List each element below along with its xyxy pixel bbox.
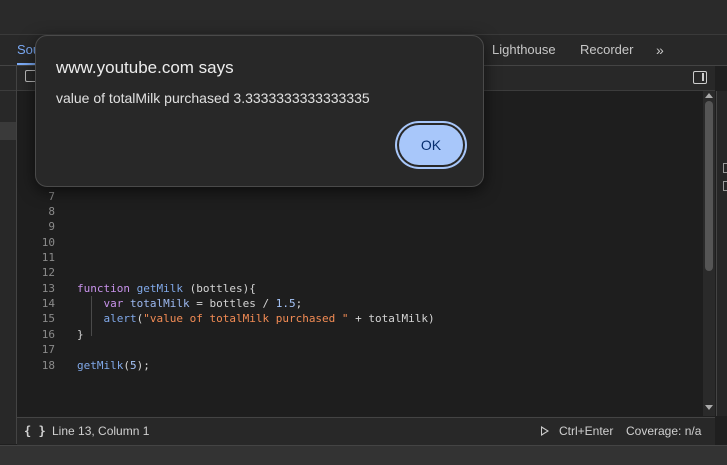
editor-scrollbar[interactable]: [703, 91, 715, 416]
editor-status-bar: { } Line 13, Column 1 Ctrl+Enter Coverag…: [17, 417, 715, 445]
navigator-selected-item[interactable]: [0, 122, 16, 140]
scroll-down-icon[interactable]: [705, 405, 713, 410]
run-snippet-icon[interactable]: [541, 426, 549, 436]
line-number: 14: [41, 297, 55, 310]
drawer-bar: [0, 445, 727, 465]
more-tabs-icon[interactable]: »: [656, 35, 664, 65]
line-number: 18: [41, 359, 55, 372]
debugger-panel: [716, 91, 727, 416]
coverage-status: Coverage: n/a: [626, 424, 702, 438]
pretty-print-icon[interactable]: { }: [24, 424, 46, 438]
scroll-thumb[interactable]: [705, 101, 713, 271]
dialog-title: www.youtube.com says: [56, 58, 234, 77]
line-number: 10: [41, 236, 55, 249]
checkbox-icon[interactable]: [723, 181, 727, 191]
browser-top-bar: [0, 0, 727, 35]
navigator-toolbar: [0, 66, 16, 91]
file-navigator-panel: [0, 66, 17, 444]
cursor-position: Line 13, Column 1: [52, 424, 150, 438]
tab-lighthouse[interactable]: Lighthouse: [492, 35, 556, 65]
dialog-message: value of totalMilk purchased 3.333333333…: [56, 90, 370, 106]
ok-button[interactable]: OK: [399, 125, 463, 165]
code-text: }: [77, 328, 84, 341]
checkbox-icon[interactable]: [723, 163, 727, 173]
alert-dialog: www.youtube.com says value of totalMilk …: [35, 35, 484, 187]
toggle-debugger-icon[interactable]: [693, 71, 707, 84]
line-number: 16: [41, 328, 55, 341]
line-number: 17: [41, 343, 55, 356]
code-text: alert("value of totalMilk purchased " + …: [103, 312, 435, 325]
line-number: 15: [41, 312, 55, 325]
tab-recorder[interactable]: Recorder: [580, 35, 633, 65]
line-number: 8: [48, 205, 55, 218]
line-number: 13: [41, 282, 55, 295]
line-number: 12: [41, 266, 55, 279]
line-number: 11: [41, 251, 55, 264]
run-shortcut-label: Ctrl+Enter: [559, 424, 614, 438]
line-number: 9: [48, 220, 55, 233]
scroll-up-icon[interactable]: [705, 93, 713, 98]
code-text: function getMilk (bottles){: [77, 282, 256, 295]
code-text: var totalMilk = bottles / 1.5;: [103, 297, 303, 310]
code-text: getMilk(5);: [77, 359, 150, 372]
line-number: 7: [48, 190, 55, 203]
